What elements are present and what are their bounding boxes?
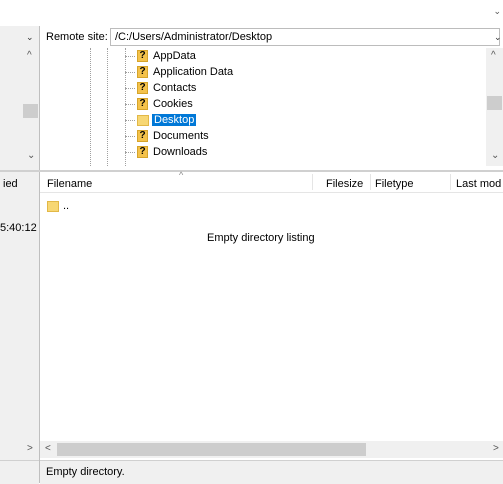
unknown-folder-icon: ? [137, 98, 148, 110]
tree-item-desktop[interactable]: Desktop [125, 112, 197, 128]
scroll-thumb[interactable] [57, 443, 366, 456]
column-header-filetype[interactable]: Filetype [375, 178, 414, 190]
local-column-header[interactable]: ied [3, 178, 18, 190]
column-header-last-modified[interactable]: Last mod [456, 178, 501, 190]
file-list-header [40, 172, 503, 193]
column-separator[interactable] [370, 174, 371, 190]
remote-directory-tree [40, 48, 503, 166]
unknown-folder-icon: ? [137, 66, 148, 78]
tree-item-cookies[interactable]: ? Cookies [125, 96, 193, 112]
local-status-bar [0, 460, 39, 484]
sort-indicator-icon: ^ [179, 170, 184, 180]
unknown-folder-icon: ? [137, 146, 148, 158]
tree-item-downloads[interactable]: ? Downloads [125, 144, 207, 160]
tree-item-contacts[interactable]: ? Contacts [125, 80, 196, 96]
scroll-thumb[interactable] [23, 104, 38, 118]
tree-item-label: Documents [153, 130, 209, 142]
tree-item-application-data[interactable]: ? Application Data [125, 64, 233, 80]
local-modified-time: 5:40:12 [0, 222, 37, 234]
empty-listing-message: Empty directory listing [207, 232, 315, 244]
column-separator[interactable] [312, 174, 313, 190]
scroll-right-icon[interactable]: > [493, 443, 499, 454]
folder-icon [47, 200, 59, 212]
tree-item-label: Desktop [152, 114, 197, 126]
status-bar: Empty directory. [40, 460, 503, 484]
scroll-up-icon[interactable]: ^ [27, 50, 32, 61]
unknown-folder-icon: ? [137, 50, 148, 62]
tree-item-label: Application Data [153, 66, 234, 78]
chevron-down-icon[interactable]: ⌄ [494, 32, 502, 43]
local-tree-scrollbar[interactable]: ^ ⌄ [22, 48, 39, 166]
parent-directory-label: .. [63, 200, 70, 212]
tree-guide-line [107, 48, 108, 166]
remote-tree-scrollbar[interactable]: ^ ⌄ [486, 48, 503, 166]
tree-item-label: AppData [153, 50, 196, 62]
top-strip: ⌄ [0, 0, 503, 26]
folder-icon [137, 114, 149, 126]
column-separator[interactable] [450, 174, 451, 190]
column-header-filename[interactable]: Filename [47, 178, 92, 190]
tree-item-label: Cookies [153, 98, 193, 110]
scroll-thumb[interactable] [487, 96, 502, 110]
scroll-up-icon[interactable]: ^ [491, 50, 496, 61]
column-header-filesize[interactable]: Filesize [326, 178, 363, 190]
list-item[interactable]: .. [47, 198, 69, 214]
tree-guide-line [90, 48, 91, 166]
remote-hscrollbar[interactable]: < > [40, 441, 503, 458]
tree-item-documents[interactable]: ? Documents [125, 128, 209, 144]
tree-item-label: Downloads [153, 146, 208, 158]
unknown-folder-icon: ? [137, 82, 148, 94]
scroll-down-icon[interactable]: ⌄ [27, 150, 35, 161]
remote-file-list[interactable] [40, 193, 503, 441]
remote-site-label: Remote site: [46, 31, 108, 43]
remote-path-input[interactable]: /C:/Users/Administrator/Desktop [110, 28, 500, 46]
local-dropdown-chevron-icon[interactable]: ⌄ [26, 32, 34, 43]
tree-item-label: Contacts [153, 82, 197, 94]
scroll-down-icon[interactable]: ⌄ [491, 150, 499, 161]
unknown-folder-icon: ? [137, 130, 148, 142]
chevron-down-icon[interactable]: ⌄ [493, 6, 501, 17]
tree-item-appdata[interactable]: ? AppData [125, 48, 196, 64]
scroll-left-icon[interactable]: < [45, 443, 51, 454]
local-hscroll-right-button[interactable]: > [22, 441, 39, 458]
status-text: Empty directory. [46, 466, 125, 478]
scroll-right-icon[interactable]: > [27, 443, 33, 454]
